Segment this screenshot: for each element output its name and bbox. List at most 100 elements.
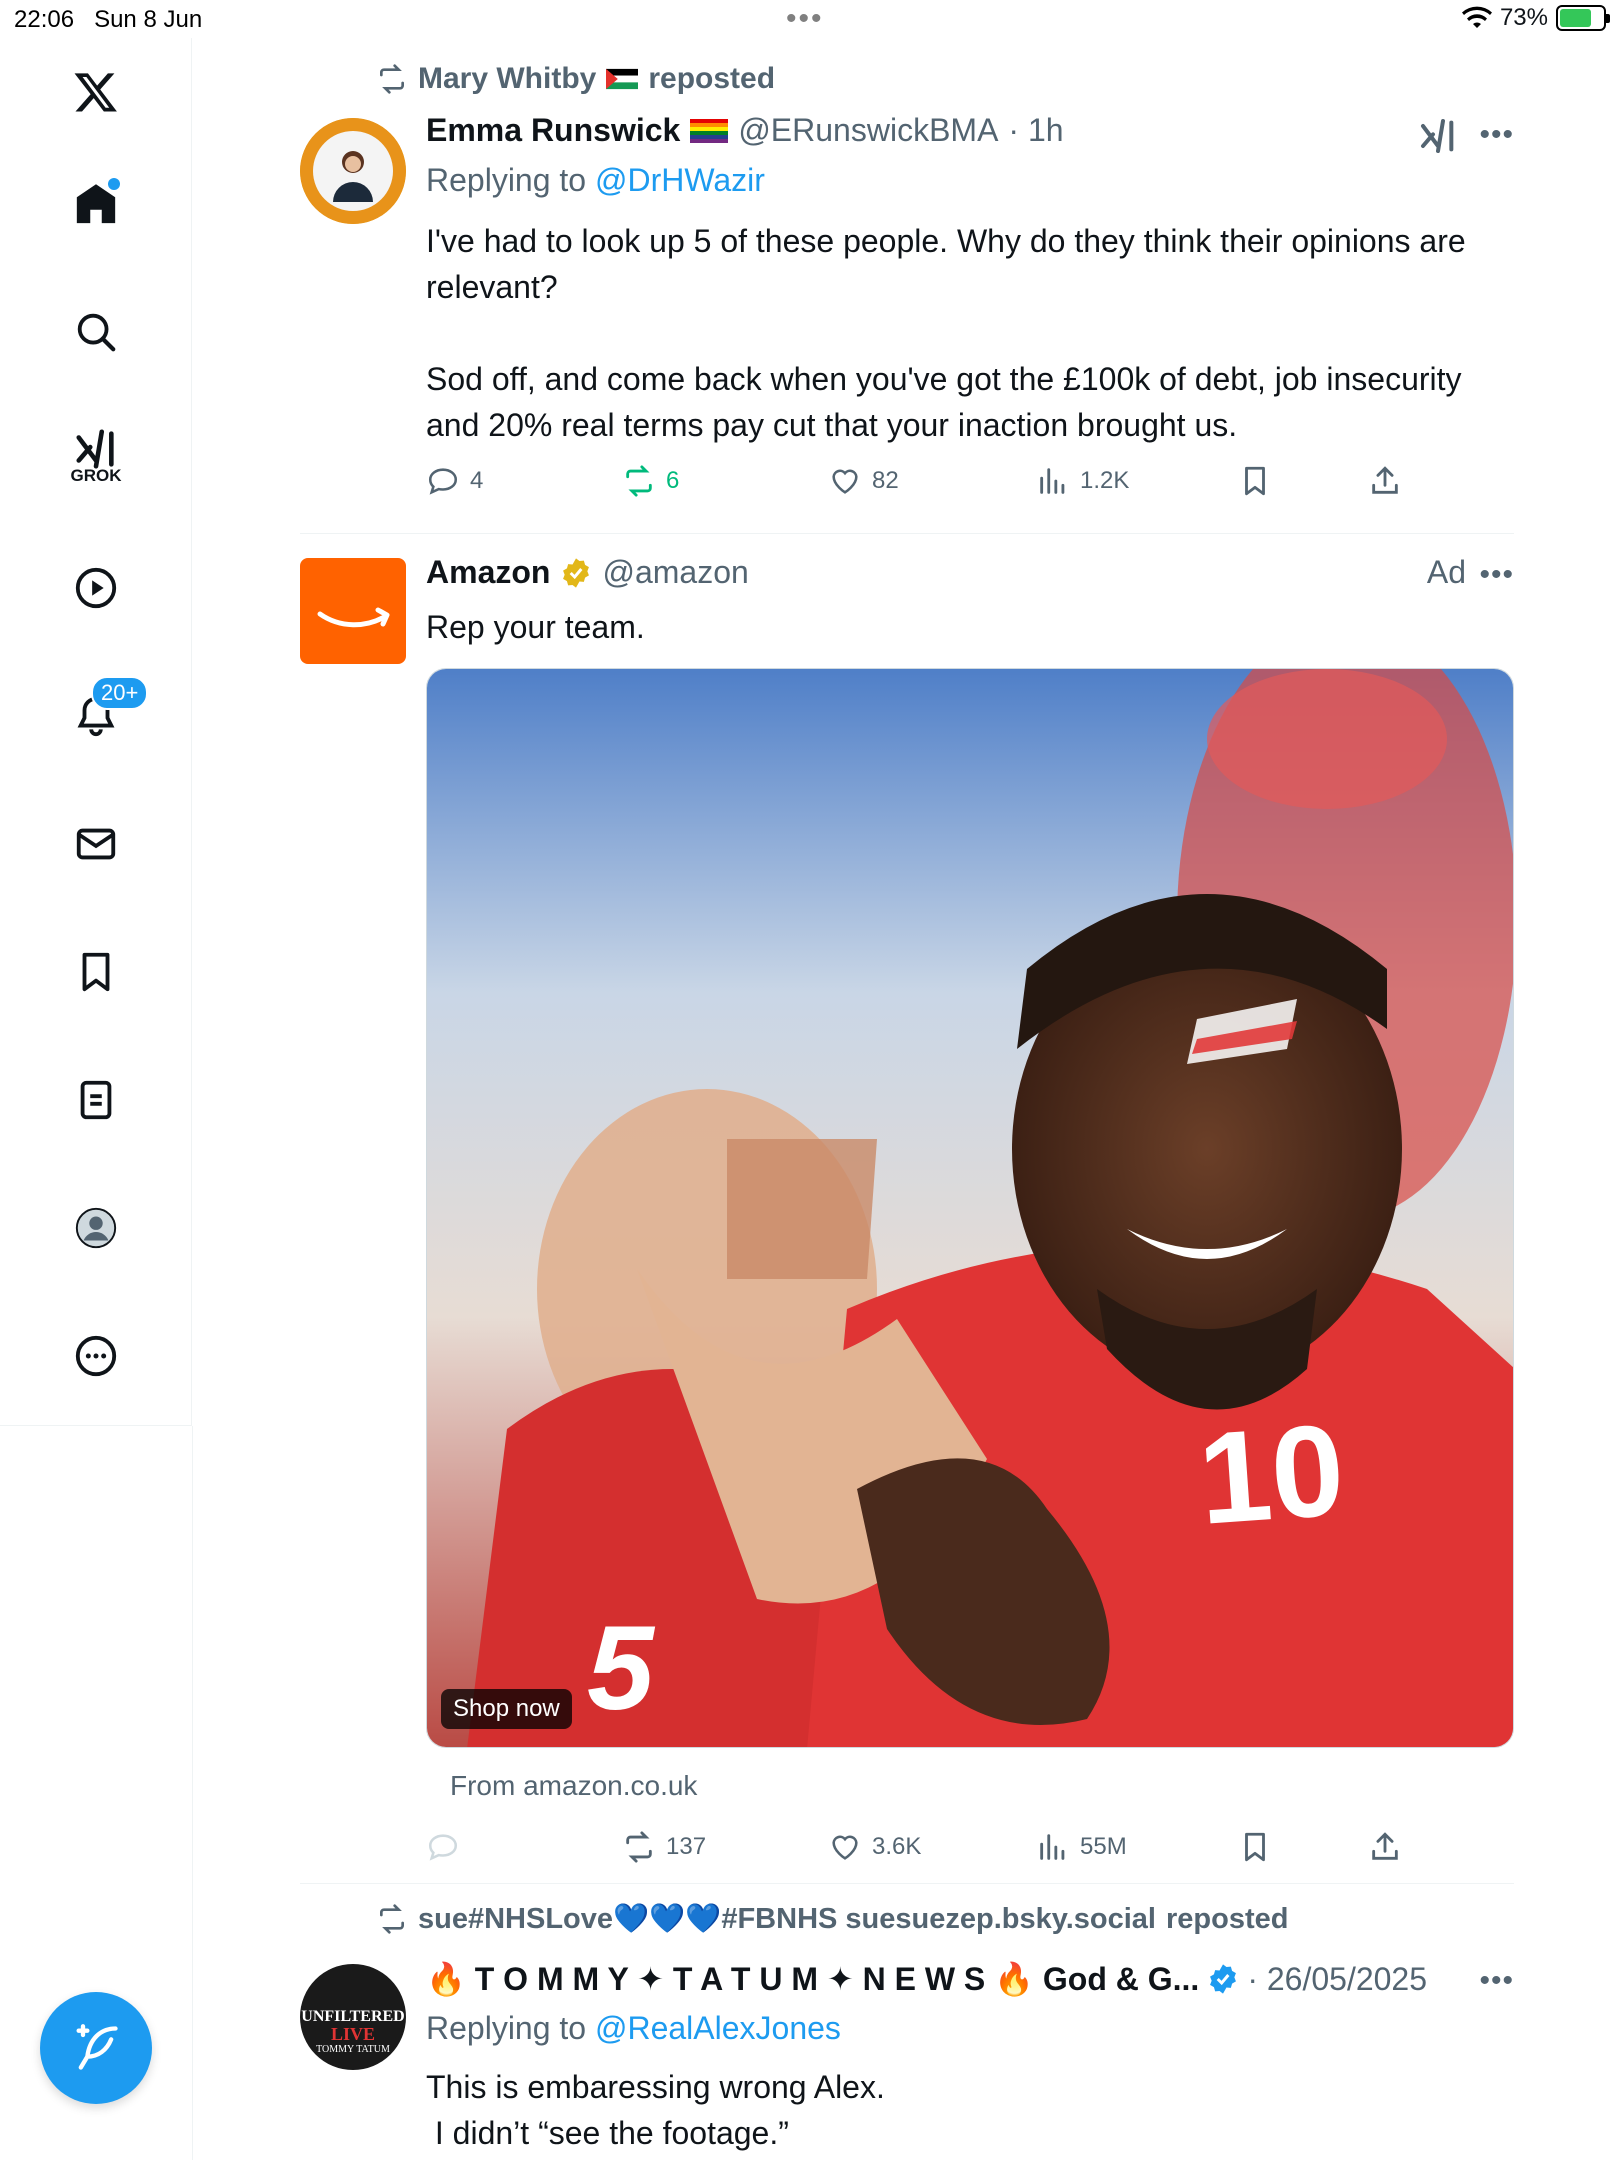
reposted-by-name[interactable]: Mary Whitby	[418, 62, 596, 96]
sidebar-item-search[interactable]	[56, 292, 136, 372]
sidebar-nav: GROK 20+	[0, 38, 192, 1426]
views-button[interactable]: 1.2K	[1036, 464, 1129, 498]
battery-percent: 73%	[1499, 4, 1548, 31]
avatar-icon	[75, 1207, 117, 1249]
palestine-flag-icon	[606, 68, 639, 90]
tweet-more-button[interactable]: •••	[1479, 558, 1514, 592]
avatar-amazon[interactable]	[300, 558, 406, 664]
sidebar-item-video[interactable]	[56, 548, 136, 628]
reply-button[interactable]: 4	[426, 464, 483, 498]
sidebar-item-messages[interactable]	[56, 804, 136, 884]
tweet-text-line2: I didn’t “see the footage.”	[426, 2115, 789, 2151]
reposted-by-name[interactable]: sue#NHSLove💙💙💙#FBNHS suesuezep.bsky.soci…	[418, 1902, 1156, 1936]
tweet-emma-runswick[interactable]: Mary Whitby reposted Emma Runswick @ERun…	[300, 38, 1514, 534]
tweet-more-button[interactable]: •••	[1479, 118, 1514, 152]
bookmark-button[interactable]	[1238, 464, 1272, 498]
share-button[interactable]	[1368, 1830, 1402, 1864]
x-logo-icon[interactable]	[56, 52, 136, 132]
replying-to: Replying to @DrHWazir	[426, 162, 765, 198]
avatar-emma-runswick[interactable]	[300, 118, 406, 224]
bookmark-icon	[1245, 466, 1265, 496]
sidebar-divider	[192, 1426, 193, 2160]
bookmark-button[interactable]	[1238, 1830, 1272, 1864]
tweet-text: This is embaressing wrong Alex. I didn’t…	[426, 2064, 1506, 2156]
repost-button[interactable]: 6	[622, 464, 679, 498]
like-button[interactable]: 82	[828, 464, 899, 498]
repost-icon	[380, 64, 404, 94]
author-handle[interactable]: @amazon	[602, 554, 748, 591]
search-icon	[77, 313, 116, 352]
shirt-number-5: 5	[587, 1601, 654, 1735]
tweet-actions: 137 3.6K 55M	[426, 1830, 1514, 1874]
author-name[interactable]: Emma Runswick	[426, 112, 680, 149]
reply-icon	[428, 468, 458, 495]
views-button[interactable]: 55M	[1036, 1830, 1127, 1864]
sidebar-item-profile[interactable]	[56, 1188, 136, 1268]
tweet-text: I've had to look up 5 of these people. W…	[426, 218, 1506, 448]
ad-label: Ad	[1426, 554, 1466, 590]
ad-image[interactable]: 10 5 Shop now	[426, 668, 1514, 1748]
list-icon	[80, 1080, 112, 1120]
repost-context: Mary Whitby reposted	[376, 62, 775, 96]
tweet-header: Emma Runswick @ERunswickBMA · 1h	[426, 112, 1064, 149]
verified-blue-icon	[1210, 1964, 1237, 1994]
tweet-header: 🔥 T O M M Y ✦ T A T U M ✦ N E W S 🔥 God …	[426, 1960, 1427, 1998]
reply-button[interactable]	[426, 1830, 460, 1864]
heart-icon	[832, 1835, 858, 1860]
tweet-text-p1: I've had to look up 5 of these people. W…	[426, 223, 1466, 305]
reposted-suffix: reposted	[1165, 1902, 1289, 1935]
avatar-tommy-tatum[interactable]: UNFILTERED LIVE TOMMY TATUM	[300, 1964, 406, 2070]
notifications-badge: 20+	[91, 676, 149, 710]
tweet-header: Amazon @amazon	[426, 554, 749, 591]
play-icon	[75, 567, 117, 609]
shirt-number-10: 10	[1194, 1396, 1349, 1552]
home-unread-dot	[108, 178, 120, 190]
status-bar: 22:06 Sun 8 Jun ••• 73%	[0, 0, 1620, 38]
verified-gold-icon	[563, 557, 590, 588]
shop-now-button[interactable]: Shop now	[441, 1689, 572, 1729]
like-button[interactable]: 3.6K	[828, 1830, 921, 1864]
sidebar-item-home[interactable]	[56, 164, 136, 244]
grok-explain-icon[interactable]	[1418, 116, 1458, 156]
author-name[interactable]: Amazon	[426, 554, 550, 591]
battery-icon	[1556, 5, 1610, 31]
repost-icon	[626, 1831, 652, 1863]
repost-icon	[380, 1904, 404, 1934]
sidebar-item-more[interactable]	[56, 1316, 136, 1396]
tweet-tommy-tatum[interactable]: sue#NHSLove💙💙💙#FBNHS suesuezep.bsky.soci…	[300, 1884, 1514, 2160]
author-handle[interactable]: @ERunswickBMA	[738, 112, 998, 149]
tweet-text-p2: Sod off, and come back when you've got t…	[426, 361, 1462, 443]
repost-button[interactable]: 137	[622, 1830, 706, 1864]
sidebar-item-bookmarks[interactable]	[56, 932, 136, 1012]
sidebar-item-grok[interactable]: GROK	[56, 418, 136, 498]
bookmark-icon	[82, 952, 110, 992]
envelope-icon	[76, 828, 116, 860]
sidebar-item-notifications[interactable]: 20+	[56, 676, 149, 756]
bookmark-icon	[1245, 1832, 1265, 1862]
status-time: 22:06 Sun 8 Jun	[14, 6, 203, 33]
tweet-text-line1: This is embaressing wrong Alex.	[426, 2069, 885, 2105]
reply-icon	[428, 1834, 458, 1861]
repost-icon	[626, 465, 652, 497]
views-icon	[1040, 468, 1065, 494]
compose-button[interactable]	[40, 1992, 152, 2104]
tweet-amazon-ad[interactable]: Amazon @amazon Ad ••• Rep your team. 10 …	[300, 534, 1514, 1884]
repost-context: sue#NHSLove💙💙💙#FBNHS suesuezep.bsky.soci…	[376, 1902, 1288, 1936]
grok-label: GROK	[70, 466, 122, 485]
replying-to-link[interactable]: @RealAlexJones	[595, 2010, 841, 2046]
tweet-date[interactable]: · 26/05/2025	[1247, 1961, 1427, 1998]
multitasking-dots[interactable]: •••	[786, 2, 824, 36]
sidebar-item-lists[interactable]	[56, 1060, 136, 1140]
tweet-more-button[interactable]: •••	[1479, 1964, 1514, 1998]
share-button[interactable]	[1368, 464, 1402, 498]
more-circle-icon	[75, 1335, 117, 1377]
wifi-icon	[1461, 6, 1492, 28]
tweet-actions: 4 6 82 1.2K	[426, 464, 1514, 508]
ad-source[interactable]: From amazon.co.uk	[450, 1770, 697, 1802]
replying-to: Replying to @RealAlexJones	[426, 2010, 841, 2046]
tweet-time[interactable]: · 1h	[1008, 112, 1063, 149]
author-name[interactable]: 🔥 T O M M Y ✦ T A T U M ✦ N E W S 🔥 God …	[426, 1960, 1199, 1998]
timeline-feed: Mary Whitby reposted Emma Runswick @ERun…	[300, 38, 1514, 2160]
replying-to-link[interactable]: @DrHWazir	[595, 162, 765, 198]
share-icon	[1372, 466, 1398, 494]
